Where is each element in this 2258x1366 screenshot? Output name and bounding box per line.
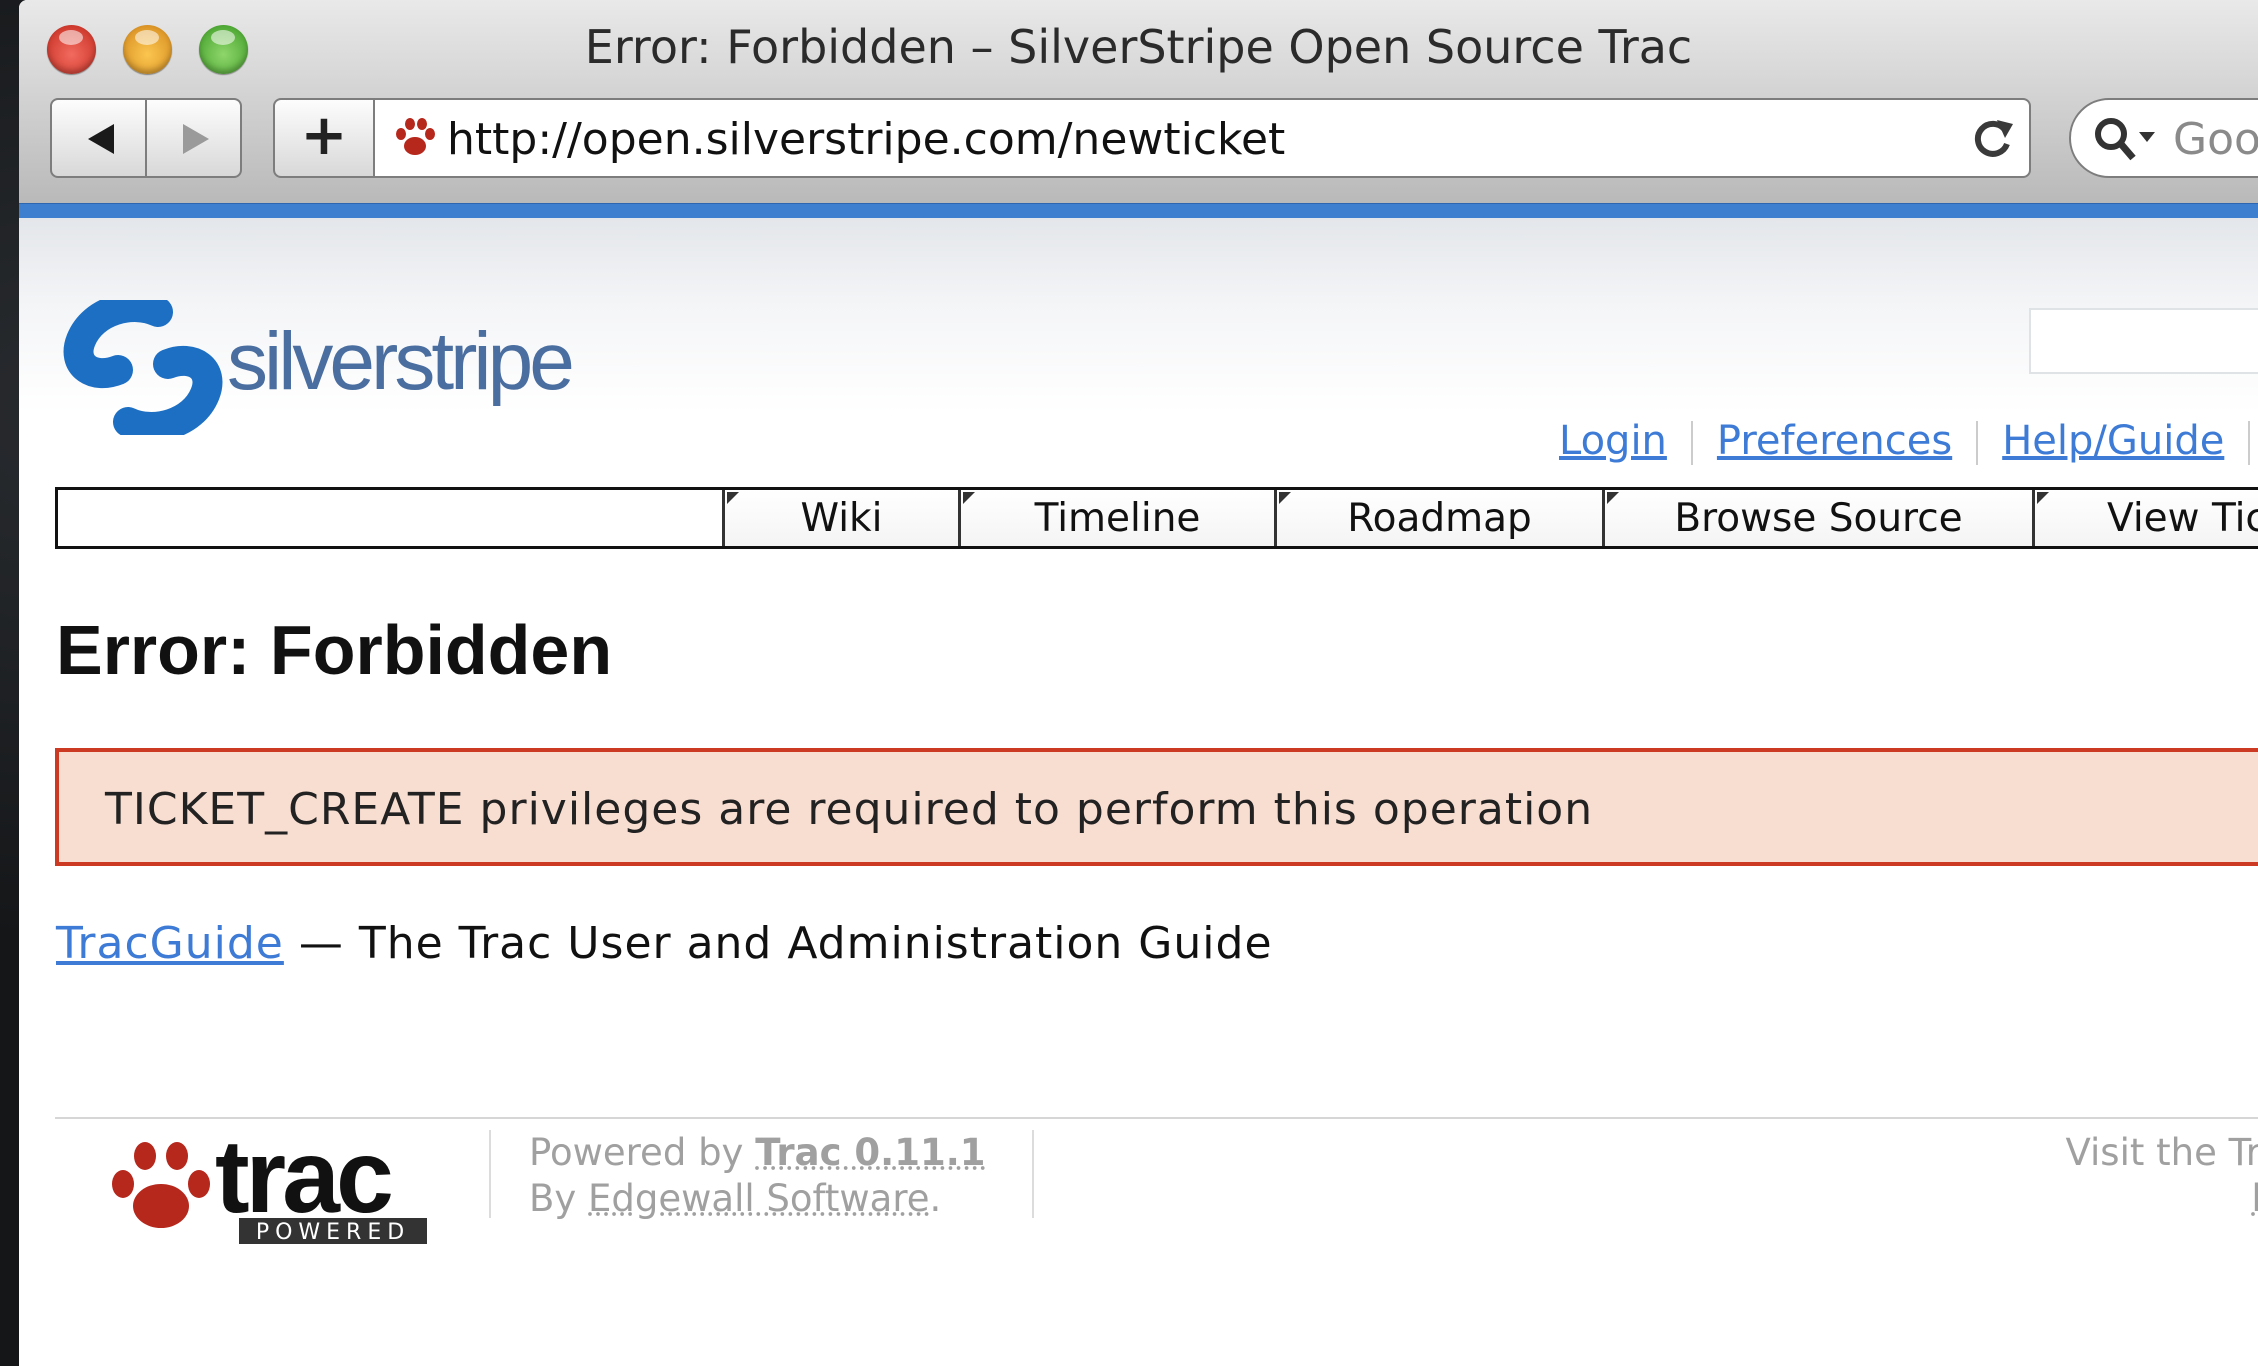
nav-tab-wiki[interactable]: Wiki [722,490,958,546]
help-guide-link[interactable]: Help/Guide [2002,418,2224,464]
separator [1976,421,1979,465]
meta-navigation: Login Preferences Help/Guide [1559,418,2258,465]
login-link[interactable]: Login [1559,418,1667,464]
forward-button[interactable] [145,98,242,178]
nav-tab-timeline[interactable]: Timeline [958,490,1274,546]
search-placeholder: Goo [2173,114,2258,165]
period: . [929,1177,942,1220]
silverstripe-logo-text: silverstripe [227,316,575,407]
nav-tab-browse-source[interactable]: Browse Source [1602,490,2032,546]
browser-toolbar: Error: Forbidden – SilverStripe Open Sou… [19,0,2258,204]
trac-guide-description: — The Trac User and Administration Guide [283,918,1273,969]
trac-powered-logo-icon[interactable]: trac POWERED [105,1128,445,1248]
trac-guide-link[interactable]: TracGuide [56,918,284,969]
error-message-box: TICKET_CREATE privileges are required to… [55,748,2258,866]
footer-separator [1032,1130,1034,1218]
nav-tab-view-tickets[interactable]: View Tick [2032,490,2258,546]
preferences-link[interactable]: Preferences [1717,418,1952,464]
page-title: Error: Forbidden [56,611,613,689]
visit-trac-text: Visit the Trac [2065,1131,2258,1174]
add-bookmark-button[interactable]: + [273,98,375,178]
main-navigation: Wiki Timeline Roadmap Browse Source View… [55,487,2258,549]
silverstripe-logo-icon[interactable] [63,300,223,435]
trac-version-link[interactable]: Trac 0.11.1 [755,1131,985,1174]
browser-search-field[interactable]: Goo [2069,98,2258,178]
trac-guide-line: TracGuide — The Trac User and Administra… [56,918,1273,969]
plus-icon: + [300,103,348,168]
trac-homepage-link[interactable]: htt [2252,1177,2258,1220]
error-message-text: TICKET_CREATE privileges are required to… [105,784,1594,835]
separator [2248,421,2251,465]
footer-powered-by: Powered by Trac 0.11.1 By Edgewall Softw… [529,1130,986,1222]
separator [1690,421,1693,465]
window-title: Error: Forbidden – SilverStripe Open Sou… [584,20,1693,74]
back-button[interactable] [50,98,147,178]
nav-tab-roadmap[interactable]: Roadmap [1274,490,1602,546]
search-icon [2095,118,2155,161]
tab-strip-accent [19,203,2258,219]
footer-visit-trac: Visit the Trac htt [2004,1130,2258,1222]
url-text: http://open.silverstripe.com/newticket [447,114,1286,165]
edgewall-link[interactable]: Edgewall Software [588,1177,929,1220]
footer-divider [55,1117,2258,1119]
footer-separator [489,1130,491,1218]
back-arrow-icon [88,124,114,154]
site-search-input[interactable] [2029,308,2258,374]
trac-powered-badge: POWERED [256,1220,410,1245]
forward-arrow-icon [183,124,209,154]
trac-paw-favicon-icon [396,118,435,155]
browser-window: Error: Forbidden – SilverStripe Open Sou… [19,0,2258,1366]
reload-icon[interactable] [1967,112,2017,164]
address-bar[interactable]: http://open.silverstripe.com/newticket [373,98,2031,178]
powered-by-label: Powered by [529,1131,756,1174]
by-label: By [529,1177,589,1220]
